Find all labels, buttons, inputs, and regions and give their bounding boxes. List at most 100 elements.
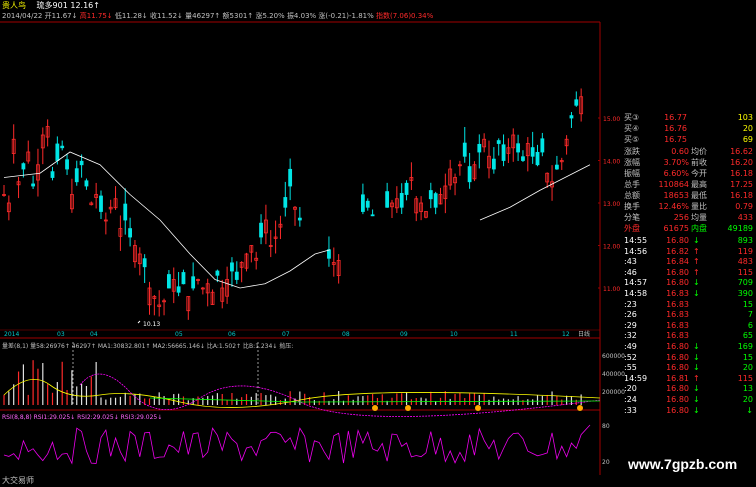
tick-volume: 20 <box>742 395 753 404</box>
candle-body <box>467 166 472 183</box>
outer-label: 外盘 <box>624 224 640 233</box>
stat-label: 前收 <box>691 158 707 167</box>
order-volume: 103 <box>737 113 753 122</box>
tick-time: :55 <box>624 363 637 373</box>
stat-label: 总手 <box>624 180 640 189</box>
tick-volume: 20 <box>742 363 753 373</box>
candle-body <box>234 271 239 280</box>
tick-volume: ↓ <box>746 405 753 415</box>
candle-body <box>166 274 171 289</box>
tick-volume: 169 <box>737 342 753 351</box>
candle-body <box>555 164 559 170</box>
x-axis-label: 06 <box>228 331 236 338</box>
tick-price: 16.80 <box>666 236 689 245</box>
tick-time: :20 <box>624 384 637 394</box>
stat-label: 均价 <box>691 147 707 156</box>
candle-body <box>496 140 501 144</box>
order-price: 16.75 <box>664 135 687 144</box>
tick-time: 14:58 <box>624 289 648 298</box>
candle-body <box>574 99 579 106</box>
candle-body <box>99 195 103 212</box>
tick-price: 16.83 <box>666 289 689 298</box>
tick-volume: 65 <box>742 331 753 341</box>
order-volume: 20 <box>742 124 753 133</box>
tick-arrow: ↑ <box>693 257 700 267</box>
stat-value: 18653 <box>663 191 689 200</box>
price-axis-label: 15.00 <box>603 116 620 123</box>
candle-body <box>530 147 535 157</box>
candle-body <box>327 249 331 259</box>
candle-body <box>288 168 293 187</box>
candle-body <box>191 276 196 289</box>
tick-price: 16.80 <box>666 384 689 394</box>
tick-volume: 115 <box>737 267 753 277</box>
volume-event-marker <box>372 405 378 411</box>
rsi-info: RSI(8,8,8) RSI1:29.025↓ RSI2:29.025↓ RSI… <box>2 414 163 421</box>
candle-body <box>79 160 84 166</box>
low-price-marker: 10.13 <box>143 321 160 328</box>
tick-time: :43 <box>624 257 637 267</box>
tick-time: :46 <box>624 267 637 277</box>
tick-time: :49 <box>624 342 637 351</box>
watermark: www.7gpzb.com <box>628 456 738 472</box>
order-label: 买④ <box>624 124 640 133</box>
kline-info-bar: 2014/04/22 开11.67↓ 高11.75↓ 低11.28↓ 收11.5… <box>0 11 600 22</box>
stat-label: 分笔 <box>624 213 640 222</box>
tick-price: 16.80 <box>666 363 689 373</box>
tick-price: 16.83 <box>666 320 689 330</box>
tick-arrow: ↓ <box>693 405 700 415</box>
candle-body <box>399 192 404 208</box>
info-item: 量46297↑ <box>185 12 221 20</box>
x-axis-label: 日线 <box>578 330 590 338</box>
x-axis-label: 03 <box>57 331 65 338</box>
stat-label: 最低 <box>691 191 707 200</box>
stat-label: 换手 <box>624 202 640 211</box>
stat-value: 0.79 <box>735 202 753 211</box>
x-axis-label: 11 <box>510 331 518 338</box>
tick-arrow: ↑ <box>693 246 700 256</box>
candle-body <box>181 272 186 285</box>
x-axis-label: 05 <box>175 331 183 338</box>
tick-time: :32 <box>624 331 637 341</box>
tick-time: :29 <box>624 320 637 330</box>
rsi-axis-label: 20 <box>602 459 610 466</box>
tick-price: 16.83 <box>666 310 689 320</box>
stat-label: 今开 <box>691 169 707 178</box>
tick-price: 16.80 <box>666 278 689 288</box>
tick-volume: 7 <box>747 310 753 320</box>
tick-time: :24 <box>624 395 637 404</box>
price-axis-label: 13.00 <box>603 201 620 208</box>
x-axis-label: 2014 <box>4 331 19 338</box>
code-info: 琉多901 12.16↑ <box>36 1 100 10</box>
candle-body <box>535 151 540 166</box>
tick-volume: 115 <box>737 373 753 383</box>
candle-body <box>433 193 438 208</box>
x-axis-label: 10 <box>450 331 458 338</box>
info-item: 涨5.20% <box>255 12 285 20</box>
stat-value: 6.60% <box>663 169 689 178</box>
stock-title: 贵人鸟 <box>2 1 26 10</box>
stat-value: 3.70% <box>663 158 689 167</box>
candle-body <box>360 194 365 212</box>
candle-body <box>21 163 26 170</box>
tick-price: 16.80 <box>666 395 689 404</box>
candle-body <box>428 190 433 200</box>
tick-time: 14:59 <box>624 373 648 383</box>
candle-body <box>230 262 234 272</box>
x-axis-label: 09 <box>400 331 408 338</box>
tick-volume: 390 <box>737 289 753 298</box>
tick-volume: 6 <box>747 320 753 330</box>
candle-body <box>477 143 482 153</box>
volume-event-marker <box>405 405 411 411</box>
candle-body <box>569 115 574 119</box>
stat-label: 涨幅 <box>624 158 640 167</box>
order-price: 16.77 <box>664 113 687 122</box>
bottom-label[interactable]: 大交易师 <box>2 476 34 485</box>
info-item: 收11.52↓ <box>150 12 183 20</box>
volume-event-marker <box>577 405 583 411</box>
info-item: 低11.28↓ <box>114 12 148 20</box>
candle-body <box>283 197 288 208</box>
x-axis-label: 07 <box>282 331 290 338</box>
stat-label: 量比 <box>691 202 707 211</box>
tick-volume: 13 <box>742 384 753 394</box>
